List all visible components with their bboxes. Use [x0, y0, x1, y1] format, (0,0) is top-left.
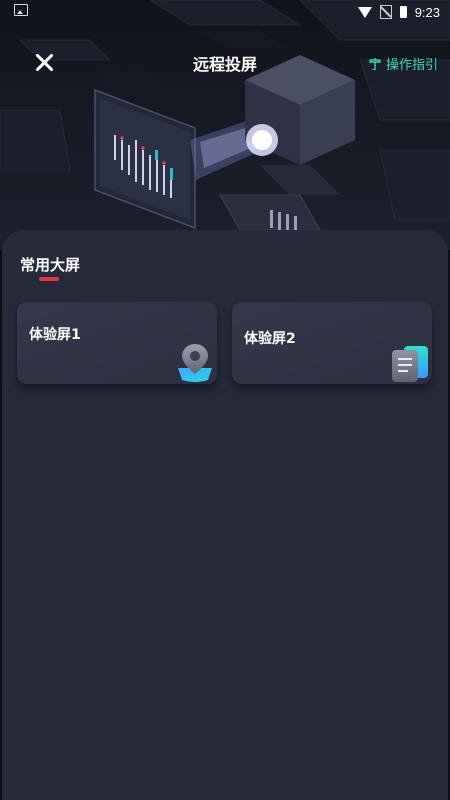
- header: 远程投屏 操作指引: [0, 40, 450, 84]
- guide-icon: [369, 57, 381, 70]
- screen-card-label: 体验屏2: [244, 331, 296, 347]
- operation-guide-link[interactable]: 操作指引: [369, 54, 438, 73]
- screen-list-panel: 常用大屏 体验屏1 体验屏2: [2, 230, 448, 800]
- screen-card-label: 体验屏1: [29, 327, 81, 343]
- guide-label: 操作指引: [385, 58, 438, 73]
- map-pin-icon: [178, 344, 212, 382]
- screen-card-2[interactable]: 体验屏2: [232, 302, 432, 384]
- wifi-icon: [357, 6, 372, 18]
- gallery-notification-icon: [14, 4, 28, 16]
- battery-icon: [399, 6, 407, 18]
- hero-illustration: [0, 0, 450, 250]
- status-time: 9:23: [414, 4, 440, 20]
- notes-icon: [392, 346, 428, 382]
- section-underline: [39, 277, 59, 281]
- no-sim-icon: [379, 5, 392, 19]
- section-title: 常用大屏: [20, 256, 81, 274]
- status-bar: 9:23: [0, 0, 450, 26]
- screen-card-1[interactable]: 体验屏1: [17, 302, 217, 384]
